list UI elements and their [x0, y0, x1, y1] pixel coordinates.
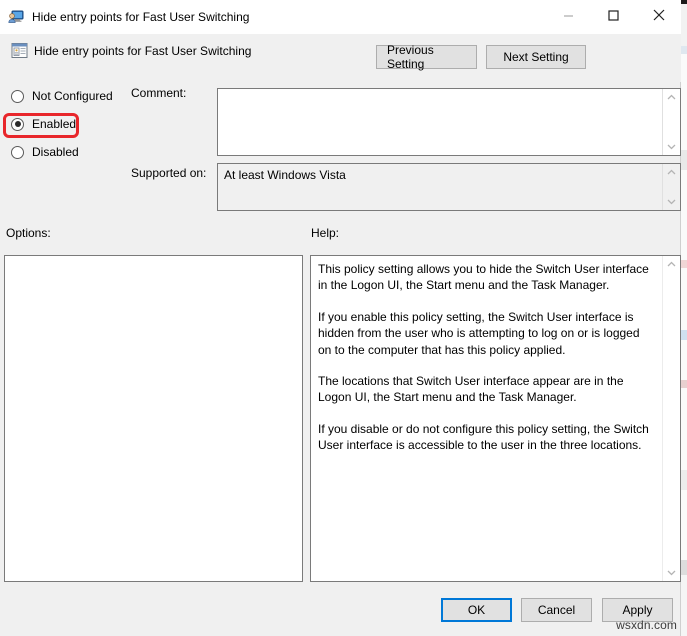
chevron-down-icon[interactable] [663, 138, 680, 155]
help-scrollbar[interactable] [662, 256, 680, 581]
watermark: wsxdn.com [616, 618, 677, 632]
user-switch-monitor-icon [8, 9, 24, 25]
policy-name-label: Hide entry points for Fast User Switchin… [34, 44, 252, 58]
radio-not-configured-label: Not Configured [32, 89, 113, 103]
cancel-button[interactable]: Cancel [521, 598, 592, 622]
help-paragraph: The locations that Switch User interface… [318, 374, 624, 405]
supported-on-label: Supported on: [131, 166, 207, 180]
close-icon[interactable] [636, 0, 681, 30]
help-paragraph: If you disable or do not configure this … [318, 421, 649, 453]
help-content: This policy setting allows you to hide t… [311, 256, 662, 581]
comment-value[interactable] [218, 89, 662, 155]
minimize-icon[interactable] [546, 0, 591, 30]
options-label: Options: [6, 226, 51, 240]
supported-on-value: At least Windows Vista [224, 168, 346, 182]
policy-state-radio-group: Not Configured Enabled Disabled [0, 82, 130, 166]
options-content [5, 256, 302, 581]
title-bar: Hide entry points for Fast User Switchin… [0, 0, 681, 34]
radio-disabled-label: Disabled [32, 145, 79, 159]
radio-not-configured-mark[interactable] [11, 89, 24, 103]
background-window-strip [681, 0, 687, 636]
help-paragraph: This policy setting allows you to hide t… [318, 262, 649, 293]
chevron-up-icon[interactable] [663, 164, 680, 181]
next-setting-button[interactable]: Next Setting [486, 45, 586, 69]
ok-button[interactable]: OK [441, 598, 512, 622]
window-controls [546, 0, 681, 34]
radio-not-configured[interactable]: Not Configured [0, 82, 130, 110]
comment-label: Comment: [131, 86, 187, 100]
window-title: Hide entry points for Fast User Switchin… [32, 10, 250, 24]
policy-header: Hide entry points for Fast User Switchin… [0, 34, 681, 82]
chevron-down-icon[interactable] [663, 193, 680, 210]
radio-enabled-label: Enabled [32, 117, 77, 131]
radio-enabled-mark[interactable] [11, 117, 24, 131]
chevron-up-icon[interactable] [663, 89, 680, 106]
comment-textarea[interactable] [217, 88, 681, 156]
help-paragraph: If you enable this policy setting, the S… [318, 309, 640, 357]
help-label: Help: [311, 226, 340, 240]
radio-enabled[interactable]: Enabled [0, 110, 130, 138]
comment-scrollbar[interactable] [662, 89, 680, 155]
maximize-icon[interactable] [591, 0, 636, 30]
previous-setting-button[interactable]: Previous Setting [376, 43, 477, 71]
radio-disabled-mark[interactable] [11, 145, 24, 159]
policy-setting-icon [11, 42, 28, 59]
radio-disabled[interactable]: Disabled [0, 138, 130, 166]
chevron-down-icon[interactable] [663, 564, 680, 581]
chevron-up-icon[interactable] [663, 256, 680, 273]
supported-on-textarea: At least Windows Vista [217, 163, 681, 211]
supported-on-scrollbar[interactable] [662, 164, 680, 210]
help-panel: This policy setting allows you to hide t… [310, 255, 681, 582]
options-panel[interactable] [4, 255, 303, 582]
group-policy-setting-dialog: Hide entry points for Fast User Switchin… [0, 0, 681, 636]
